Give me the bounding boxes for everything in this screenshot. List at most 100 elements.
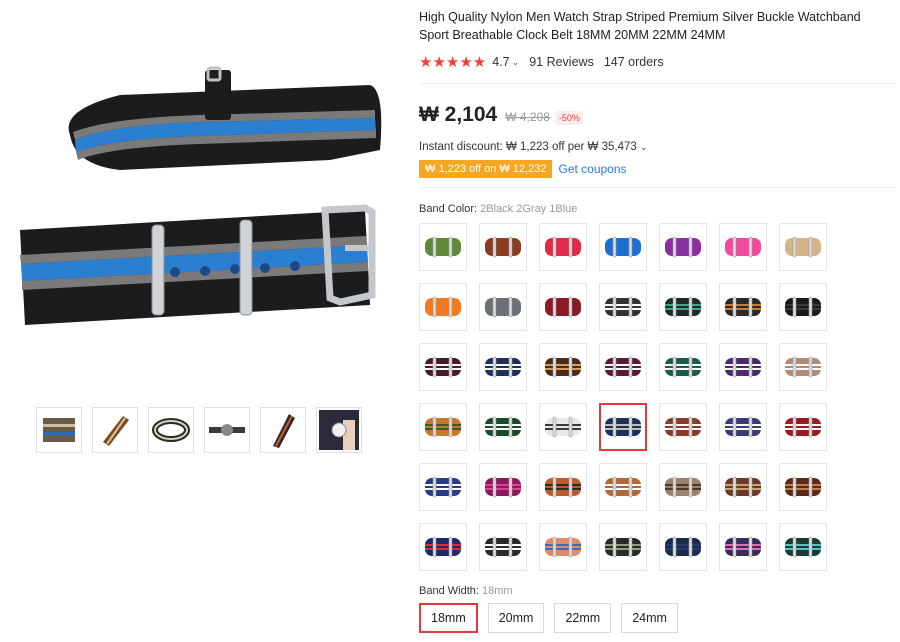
divider: [419, 187, 894, 188]
reviews-link[interactable]: 91 Reviews: [529, 55, 594, 69]
color-swatch[interactable]: [659, 283, 707, 331]
color-swatch[interactable]: [479, 523, 527, 571]
color-swatch[interactable]: [779, 463, 827, 511]
strap-swatch-icon: [545, 476, 581, 498]
strap-swatch-icon: [425, 356, 461, 378]
color-swatch[interactable]: [479, 223, 527, 271]
orders-count: 147 orders: [603, 55, 664, 69]
thumbnail-2[interactable]: [92, 407, 138, 453]
color-swatch[interactable]: [719, 343, 767, 391]
color-swatch[interactable]: [719, 523, 767, 571]
color-swatch-grid: [419, 223, 894, 571]
strap-swatch-icon: [785, 536, 821, 558]
color-swatch[interactable]: [779, 403, 827, 451]
band-width-options: 18mm 20mm 22mm 24mm: [419, 603, 894, 633]
color-swatch[interactable]: [539, 343, 587, 391]
color-swatch[interactable]: [599, 463, 647, 511]
strap-swatch-icon: [485, 476, 521, 498]
strap-swatch-icon: [725, 236, 761, 258]
chevron-down-icon[interactable]: ⌄: [512, 57, 520, 68]
instant-discount-text: Instant discount: ₩ 1,223 off per ₩ 35,4…: [419, 141, 637, 153]
instant-discount[interactable]: Instant discount: ₩ 1,223 off per ₩ 35,4…: [419, 141, 894, 153]
color-swatch[interactable]: [779, 523, 827, 571]
discount-badge: -50%: [555, 111, 583, 125]
color-swatch[interactable]: [599, 403, 647, 451]
color-swatch[interactable]: [599, 223, 647, 271]
get-coupons-link[interactable]: Get coupons: [558, 162, 626, 176]
current-price: ₩ 2,104: [419, 103, 498, 126]
color-swatch[interactable]: [659, 223, 707, 271]
strap-swatch-icon: [425, 296, 461, 318]
strap-swatch-icon: [485, 236, 521, 258]
color-swatch[interactable]: [419, 343, 467, 391]
color-swatch[interactable]: [419, 463, 467, 511]
strap-swatch-icon: [545, 356, 581, 378]
width-option-22mm[interactable]: 22mm: [554, 603, 612, 633]
strap-swatch-icon: [725, 476, 761, 498]
color-swatch[interactable]: [719, 403, 767, 451]
thumbnail-5[interactable]: [260, 407, 306, 453]
rating-value[interactable]: 4.7: [492, 55, 509, 69]
color-swatch[interactable]: [479, 283, 527, 331]
strap-swatch-icon: [425, 236, 461, 258]
strap-swatch-icon: [545, 236, 581, 258]
product-title: High Quality Nylon Men Watch Strap Strip…: [419, 10, 861, 42]
strap-swatch-icon: [425, 536, 461, 558]
color-swatch[interactable]: [659, 403, 707, 451]
color-swatch[interactable]: [539, 283, 587, 331]
strap-swatch-icon: [605, 416, 641, 438]
price-row: ₩ 2,104 ₩ 4,208 -50%: [419, 103, 894, 127]
band-width-title: Band Width:: [419, 585, 479, 597]
color-swatch[interactable]: [539, 523, 587, 571]
strap-swatch-icon: [785, 356, 821, 378]
strap-swatch-icon: [545, 536, 581, 558]
color-swatch[interactable]: [719, 283, 767, 331]
color-swatch[interactable]: [659, 463, 707, 511]
thumbnail-3[interactable]: [148, 407, 194, 453]
color-swatch[interactable]: [779, 223, 827, 271]
color-swatch[interactable]: [599, 343, 647, 391]
width-option-18mm[interactable]: 18mm: [419, 603, 478, 633]
strap-swatch-icon: [605, 236, 641, 258]
strap-swatch-icon: [785, 476, 821, 498]
color-swatch[interactable]: [419, 283, 467, 331]
color-swatch[interactable]: [479, 403, 527, 451]
color-swatch[interactable]: [539, 223, 587, 271]
strap-swatch-icon: [665, 356, 701, 378]
width-option-20mm[interactable]: 20mm: [487, 603, 545, 633]
strap-swatch-icon: [545, 296, 581, 318]
coupon-tag: ₩ 1,223 off on ₩ 12,232: [419, 160, 553, 178]
color-swatch[interactable]: [659, 343, 707, 391]
color-swatch[interactable]: [419, 523, 467, 571]
strap-swatch-icon: [785, 236, 821, 258]
color-swatch[interactable]: [659, 523, 707, 571]
strap-swatch-icon: [605, 296, 641, 318]
strap-swatch-icon: [485, 416, 521, 438]
strap-swatch-icon: [785, 416, 821, 438]
color-swatch[interactable]: [419, 403, 467, 451]
strap-swatch-icon: [665, 296, 701, 318]
color-swatch[interactable]: [599, 283, 647, 331]
strap-swatch-icon: [785, 296, 821, 318]
thumbnail-6[interactable]: [316, 407, 362, 453]
thumbnail-strip: [36, 407, 362, 453]
thumbnail-4[interactable]: [204, 407, 250, 453]
width-option-24mm[interactable]: 24mm: [621, 603, 678, 633]
color-swatch[interactable]: [779, 343, 827, 391]
color-swatch[interactable]: [539, 403, 587, 451]
color-swatch[interactable]: [719, 223, 767, 271]
star-rating-icon: ★★★★★: [419, 54, 487, 71]
color-swatch[interactable]: [539, 463, 587, 511]
strap-swatch-icon: [725, 416, 761, 438]
color-swatch[interactable]: [599, 523, 647, 571]
color-swatch[interactable]: [479, 463, 527, 511]
color-swatch[interactable]: [719, 463, 767, 511]
strap-swatch-icon: [485, 296, 521, 318]
strap-swatch-icon: [425, 476, 461, 498]
color-swatch[interactable]: [779, 283, 827, 331]
color-swatch[interactable]: [479, 343, 527, 391]
thumbnail-1[interactable]: [36, 407, 82, 453]
color-swatch[interactable]: [419, 223, 467, 271]
strap-swatch-icon: [665, 536, 701, 558]
strap-swatch-icon: [545, 416, 581, 438]
